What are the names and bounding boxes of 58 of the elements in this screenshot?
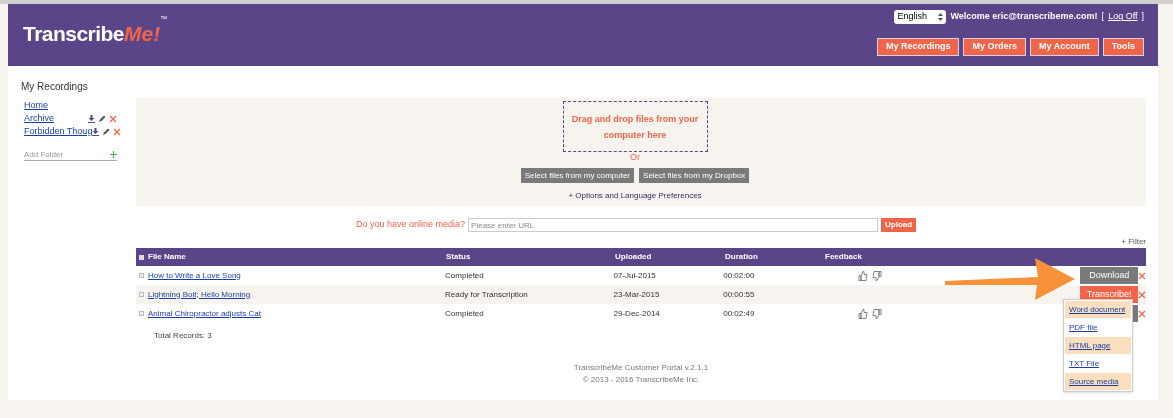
select-files-button[interactable]: Select files from my Dropbox <box>639 168 750 183</box>
download-icon[interactable] <box>92 127 100 136</box>
status-text: Completed <box>445 307 485 320</box>
sidebar-title: My Recordings <box>21 80 89 94</box>
duration-text: 00:00:55 <box>723 288 756 301</box>
download-button[interactable]: Download <box>1080 267 1139 284</box>
plus-icon[interactable] <box>110 151 117 158</box>
select-all-checkbox[interactable] <box>139 254 144 260</box>
uploaded-date: 29-Dec-2014 <box>613 307 661 320</box>
uploaded-date: 23-Mar-2015 <box>613 288 661 301</box>
bracket-text: ] <box>1141 10 1144 24</box>
column-header: Feedback <box>825 251 863 263</box>
status-text: Ready for Transcription <box>445 288 529 301</box>
delete-icon[interactable] <box>1138 290 1146 299</box>
filter-link[interactable]: + Filter <box>1121 236 1146 248</box>
folder-link[interactable]: Forbidden Thoug <box>24 124 93 139</box>
options-link[interactable]: + Options and Language Preferences <box>568 190 702 202</box>
column-header: Duration <box>725 251 759 263</box>
thumbs-up-icon[interactable] <box>857 270 868 281</box>
row-checkbox[interactable] <box>139 311 144 316</box>
thumbs-down-icon[interactable] <box>871 308 882 319</box>
menu-item[interactable]: Word document <box>1065 301 1131 318</box>
footer-text: © 2013 - 2016 TranscribeMe Inc. <box>582 374 700 386</box>
language-select[interactable]: English <box>894 10 947 24</box>
updown-icon <box>938 13 944 21</box>
welcome-text: Welcome eric@transcribeme.com! <box>950 10 1098 24</box>
column-header: Uploaded <box>615 251 653 263</box>
duration-text: 00:02:00 <box>723 269 756 282</box>
footer-text: TranscribeMe Customer Portal v.2.1.1 <box>573 362 709 374</box>
url-field[interactable]: Please enter URL <box>468 218 879 232</box>
column-header: File Name <box>148 251 187 263</box>
row-checkbox[interactable] <box>139 273 144 278</box>
log-off-link[interactable]: Log Off <box>1108 10 1138 24</box>
duration-text: 00:02:49 <box>723 307 756 320</box>
total-records: Total Records: 3 <box>153 330 213 342</box>
select-files-button[interactable]: Select files from my computer <box>520 168 635 183</box>
close-icon[interactable] <box>109 114 117 123</box>
status-text: Completed <box>445 269 485 282</box>
close-icon[interactable] <box>113 127 122 136</box>
column-header: Status <box>446 251 472 263</box>
or-text: Or <box>630 152 640 163</box>
menu-item[interactable]: Source media <box>1065 373 1131 390</box>
file-link[interactable]: Lightning Bolt; Hello Morning <box>148 288 446 301</box>
add-folder-field[interactable]: Add Folder <box>24 148 104 161</box>
online-media-label: Do you have online media? <box>356 218 466 232</box>
thumbs-down-icon[interactable] <box>871 270 882 281</box>
folder-link[interactable]: Archive <box>24 111 54 126</box>
download-icon[interactable] <box>88 114 95 123</box>
delete-icon[interactable] <box>1138 271 1146 280</box>
folder-link[interactable]: Home <box>24 98 48 113</box>
file-link[interactable]: Animal Chiropractor adjusts Cat <box>148 307 446 320</box>
thumbs-up-icon[interactable] <box>857 308 868 319</box>
uploaded-date: 07-Jul-2015 <box>613 269 657 282</box>
file-link[interactable]: How to Write a Love Song <box>148 269 446 282</box>
row-checkbox[interactable] <box>139 292 144 297</box>
bracket-text: [ <box>1101 10 1105 24</box>
menu-item[interactable]: HTML page <box>1065 337 1131 354</box>
delete-icon[interactable] <box>1138 309 1146 318</box>
